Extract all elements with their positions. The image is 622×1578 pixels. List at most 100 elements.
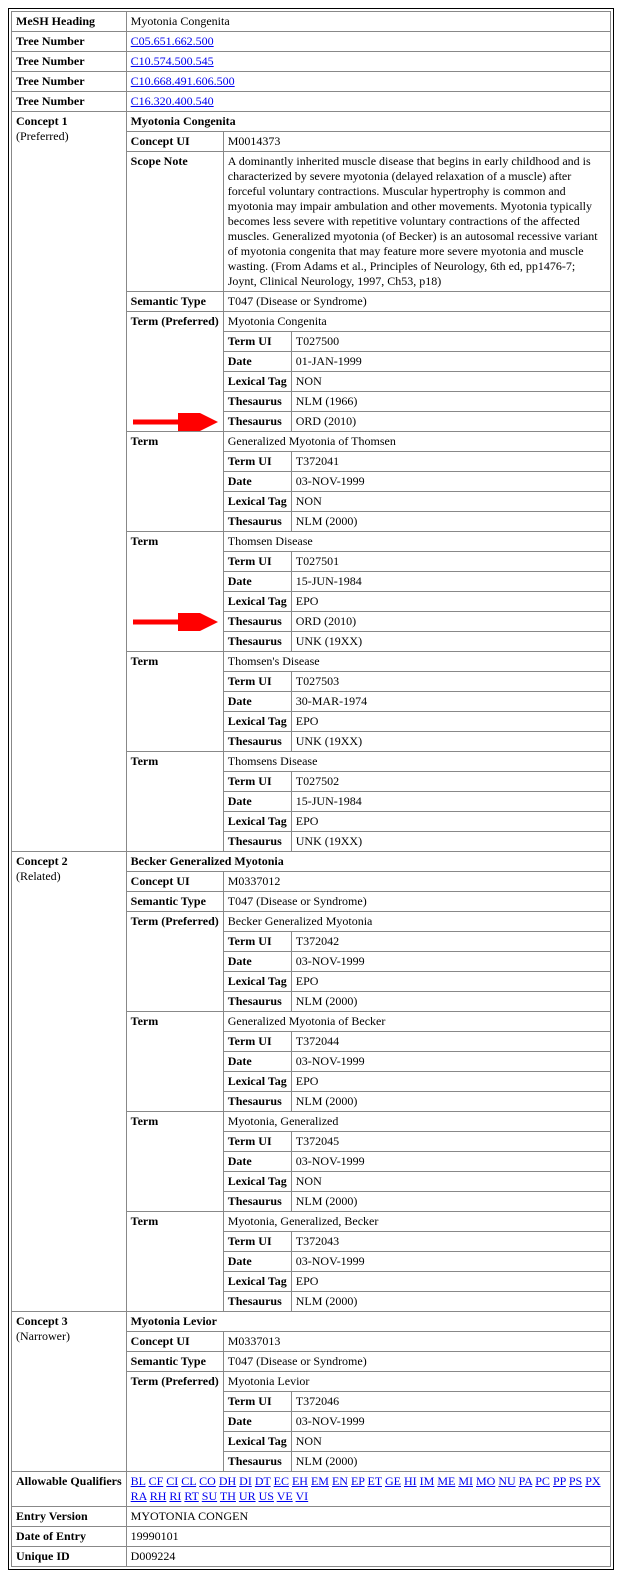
qualifier-link[interactable]: PA [519, 1474, 533, 1488]
term-attr-value: T372041 [291, 452, 610, 472]
concept-ui-value: M0337012 [223, 872, 610, 892]
qualifier-link[interactable]: CF [149, 1474, 164, 1488]
term-attr-value: ORD (2010) [291, 612, 610, 632]
entry-version-value: MYOTONIA CONGEN [126, 1507, 610, 1527]
main-table: MeSH HeadingMyotonia Congenita Tree Numbe… [11, 11, 611, 1567]
term-attr-value: ORD (2010) [291, 412, 610, 432]
term-attr-label: Thesaurus [223, 392, 291, 412]
term-attr-label: Thesaurus [223, 612, 291, 632]
qualifier-link[interactable]: US [259, 1489, 274, 1503]
qualifier-link[interactable]: GE [385, 1474, 401, 1488]
term-attr-label: Date [223, 792, 291, 812]
term-attr-value: T372044 [291, 1032, 610, 1052]
qualifier-link[interactable]: PX [585, 1474, 600, 1488]
term-label: Term (Preferred) [126, 1372, 223, 1472]
term-attr-value: 03-NOV-1999 [291, 1252, 610, 1272]
term-name: Generalized Myotonia of Becker [223, 1012, 610, 1032]
qualifier-link[interactable]: CL [181, 1474, 196, 1488]
term-attr-label: Date [223, 1052, 291, 1072]
qualifier-link[interactable]: MO [476, 1474, 495, 1488]
term-attr-label: Date [223, 692, 291, 712]
qualifier-link[interactable]: EH [292, 1474, 308, 1488]
term-attr-value: 15-JUN-1984 [291, 792, 610, 812]
qualifier-link[interactable]: EM [311, 1474, 329, 1488]
term-attr-value: T372043 [291, 1232, 610, 1252]
term-attr-label: Lexical Tag [223, 492, 291, 512]
tree-number-label: Tree Number [12, 92, 127, 112]
term-attr-value: NLM (2000) [291, 1452, 610, 1472]
qualifier-link[interactable]: RH [150, 1489, 167, 1503]
entry-version-label: Entry Version [12, 1507, 127, 1527]
qualifier-link[interactable]: ET [368, 1474, 382, 1488]
term-attr-label: Thesaurus [223, 512, 291, 532]
qualifier-link[interactable]: RT [184, 1489, 198, 1503]
tree-number-link[interactable]: C10.668.491.606.500 [131, 74, 235, 88]
concept-2-label: Concept 2(Related) [12, 852, 127, 1312]
tree-number-link[interactable]: C16.320.400.540 [131, 94, 214, 108]
term-name: Myotonia, Generalized, Becker [223, 1212, 610, 1232]
qualifier-link[interactable]: CO [199, 1474, 216, 1488]
qualifier-link[interactable]: RI [169, 1489, 181, 1503]
term-attr-value: 30-MAR-1974 [291, 692, 610, 712]
concept-3-name: Myotonia Levior [126, 1312, 610, 1332]
tree-number-link[interactable]: C10.574.500.545 [131, 54, 214, 68]
term-attr-value: T372042 [291, 932, 610, 952]
qualifier-link[interactable]: PP [553, 1474, 566, 1488]
unique-id-value: D009224 [126, 1547, 610, 1567]
concept-3-label: Concept 3(Narrower) [12, 1312, 127, 1472]
term-attr-value: NLM (2000) [291, 1092, 610, 1112]
term-attr-value: EPO [291, 972, 610, 992]
qualifier-link[interactable]: EC [274, 1474, 289, 1488]
qualifier-link[interactable]: CI [166, 1474, 178, 1488]
term-attr-label: Date [223, 1152, 291, 1172]
concept-2-name: Becker Generalized Myotonia [126, 852, 610, 872]
allowable-qualifiers-value: BL CF CI CL CO DH DI DT EC EH EM EN EP E… [126, 1472, 610, 1507]
tree-number-cell: C10.574.500.545 [126, 52, 610, 72]
qualifier-link[interactable]: PC [535, 1474, 550, 1488]
qualifier-link[interactable]: DI [239, 1474, 252, 1488]
term-attr-value: NLM (1966) [291, 392, 610, 412]
qualifier-link[interactable]: ME [437, 1474, 455, 1488]
qualifier-link[interactable]: DH [219, 1474, 236, 1488]
qualifier-link[interactable]: VE [277, 1489, 293, 1503]
qualifier-link[interactable]: NU [498, 1474, 515, 1488]
term-attr-value: 03-NOV-1999 [291, 1152, 610, 1172]
qualifier-link[interactable]: SU [202, 1489, 217, 1503]
qualifier-link[interactable]: EP [351, 1474, 365, 1488]
qualifier-link[interactable]: PS [569, 1474, 582, 1488]
date-of-entry-label: Date of Entry [12, 1527, 127, 1547]
qualifier-link[interactable]: EN [332, 1474, 348, 1488]
term-attr-label: Thesaurus [223, 412, 291, 432]
term-name: Thomsens Disease [223, 752, 610, 772]
term-attr-label: Thesaurus [223, 732, 291, 752]
qualifier-link[interactable]: RA [131, 1489, 147, 1503]
scope-note-value: A dominantly inherited muscle disease th… [223, 152, 610, 292]
qualifier-link[interactable]: BL [131, 1474, 146, 1488]
term-label: Term [126, 532, 223, 652]
term-attr-value: 03-NOV-1999 [291, 952, 610, 972]
qualifier-link[interactable]: TH [220, 1489, 236, 1503]
qualifier-link[interactable]: UR [239, 1489, 256, 1503]
qualifier-link[interactable]: MI [458, 1474, 473, 1488]
term-attr-label: Term UI [223, 1032, 291, 1052]
term-attr-value: T372046 [291, 1392, 610, 1412]
mesh-heading-value: Myotonia Congenita [126, 12, 610, 32]
semantic-type-value: T047 (Disease or Syndrome) [223, 892, 610, 912]
semantic-type-label: Semantic Type [126, 892, 223, 912]
term-attr-label: Lexical Tag [223, 592, 291, 612]
mesh-heading-label: MeSH Heading [12, 12, 127, 32]
term-label: Term [126, 752, 223, 852]
term-attr-label: Term UI [223, 1132, 291, 1152]
term-attr-value: T027500 [291, 332, 610, 352]
tree-number-link[interactable]: C05.651.662.500 [131, 34, 214, 48]
term-attr-label: Date [223, 572, 291, 592]
term-label: Term [126, 1012, 223, 1112]
term-attr-label: Thesaurus [223, 1452, 291, 1472]
qualifier-link[interactable]: HI [404, 1474, 417, 1488]
tree-number-cell: C16.320.400.540 [126, 92, 610, 112]
term-attr-label: Lexical Tag [223, 972, 291, 992]
qualifier-link[interactable]: IM [420, 1474, 435, 1488]
qualifier-link[interactable]: VI [296, 1489, 309, 1503]
qualifier-link[interactable]: DT [255, 1474, 271, 1488]
tree-number-label: Tree Number [12, 52, 127, 72]
